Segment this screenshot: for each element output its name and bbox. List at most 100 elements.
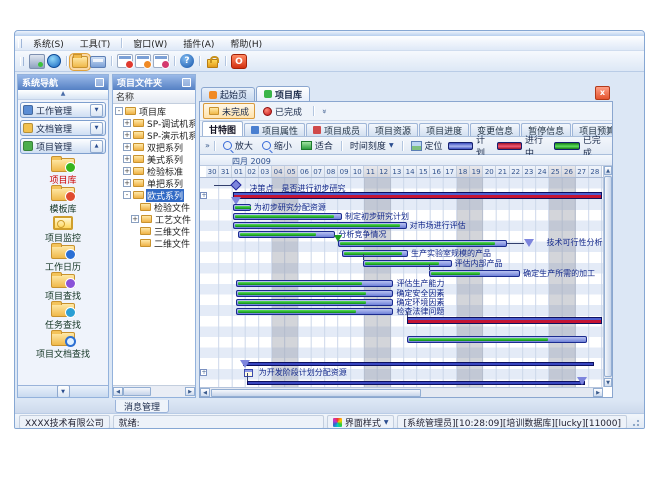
scroll-left-icon[interactable]: ◀: [200, 388, 210, 397]
sidebar-group-2[interactable]: 项目管理▲: [20, 138, 106, 154]
tree-expander-icon[interactable]: +: [123, 131, 131, 139]
scroll-left-icon[interactable]: ◀: [113, 387, 123, 396]
gantt-task-bar[interactable]: [233, 204, 251, 211]
tree-node-4[interactable]: +美式系列: [113, 153, 195, 165]
milestone-triangle-icon[interactable]: [240, 360, 250, 368]
gantt-task-bar[interactable]: [233, 213, 342, 220]
scrollbar-thumb[interactable]: [604, 176, 612, 377]
sidebar-item-0[interactable]: 项目库: [49, 157, 76, 186]
gantt-task-bar[interactable]: [236, 280, 393, 287]
scroll-up-icon[interactable]: ▲: [604, 166, 612, 175]
tree-expander-icon[interactable]: +: [131, 215, 139, 223]
message-management-tab[interactable]: 消息管理: [115, 400, 169, 413]
tree-node-7[interactable]: -欧式系列: [113, 189, 195, 201]
window-folder-icon[interactable]: [90, 56, 106, 68]
gantt-summary-bar[interactable]: [407, 317, 602, 324]
menu-item-3[interactable]: 插件(A): [175, 36, 222, 51]
tree-node-6[interactable]: +单把系列: [113, 177, 195, 189]
gantt-task-bar[interactable]: [236, 299, 393, 306]
open-folder-icon[interactable]: [72, 56, 88, 68]
tree-node-9[interactable]: +工艺文件: [113, 213, 195, 225]
menu-item-1[interactable]: 工具(T): [72, 36, 119, 51]
monitor-icon[interactable]: [29, 54, 45, 69]
resize-grip[interactable]: [631, 418, 640, 427]
chevron-icon[interactable]: ▲: [90, 140, 103, 153]
tree-node-5[interactable]: +检验标准: [113, 165, 195, 177]
pin-icon[interactable]: [95, 78, 104, 87]
gantt-vertical-scrollbar[interactable]: ▲ ▼: [603, 166, 612, 387]
sidebar-item-4[interactable]: 项目查找: [45, 273, 81, 302]
row-expander-icon[interactable]: +: [200, 369, 207, 376]
gantt-task-bar[interactable]: [429, 270, 520, 277]
gantt-task-bar[interactable]: [338, 240, 507, 247]
report-alert-icon[interactable]: [135, 54, 151, 68]
document-tab-0[interactable]: 起始页: [201, 87, 255, 101]
gantt-task-bar[interactable]: [363, 260, 451, 267]
tree-expander-icon[interactable]: +: [123, 119, 131, 127]
tree-column-header[interactable]: 名称: [113, 90, 195, 104]
view-tab-0[interactable]: 甘特图: [202, 121, 243, 136]
view-tab-3[interactable]: 项目资源: [368, 123, 418, 136]
globe-icon[interactable]: [47, 54, 61, 68]
gantt-task-bar[interactable]: [342, 250, 408, 257]
tree-node-1[interactable]: +SP-调试机系: [113, 117, 195, 129]
tree-expander-icon[interactable]: +: [123, 143, 131, 151]
sidebar-item-1[interactable]: 模板库: [49, 186, 76, 215]
finished-filter-button[interactable]: 已完成: [258, 104, 307, 118]
sidebar-item-2[interactable]: 项目监控: [45, 215, 81, 244]
chevron-down-icon[interactable]: ▼: [57, 385, 70, 398]
report-icon[interactable]: [117, 54, 133, 68]
menu-item-4[interactable]: 帮助(H): [222, 36, 270, 51]
tree-node-3[interactable]: +双把系列: [113, 141, 195, 153]
sidebar-collapsed-group[interactable]: ▼: [18, 385, 108, 397]
milestone-triangle-icon[interactable]: [577, 377, 587, 385]
gantt-summary-thin-bar[interactable]: [247, 381, 585, 385]
view-tab-2[interactable]: 项目成员: [306, 123, 367, 136]
sidebar-item-6[interactable]: 项目文档查找: [36, 331, 90, 360]
unfinished-filter-button[interactable]: 未完成: [203, 103, 255, 119]
menu-item-2[interactable]: 窗口(W): [125, 36, 175, 51]
document-tab-1[interactable]: 项目库: [256, 86, 310, 101]
lock-icon[interactable]: [207, 59, 218, 68]
tree-node-2[interactable]: +SP-演示机系: [113, 129, 195, 141]
sidebar-group-0[interactable]: 工作管理▼: [20, 102, 106, 118]
scroll-right-icon[interactable]: ▶: [185, 387, 195, 396]
ui-style-button[interactable]: 界面样式 ▼: [327, 415, 395, 429]
scrollbar-thumb[interactable]: [211, 389, 421, 397]
gantt-summary-bar[interactable]: [233, 192, 602, 199]
tree-expander-icon[interactable]: +: [123, 155, 131, 163]
tree-node-11[interactable]: 二维文件: [113, 237, 195, 249]
zoom-in-button[interactable]: 放大: [219, 138, 257, 153]
chevron-icon[interactable]: ▼: [90, 104, 103, 117]
tree-expander-icon[interactable]: -: [115, 107, 123, 115]
gantt-task-bar[interactable]: [233, 222, 407, 229]
tree-expander-icon[interactable]: +: [123, 167, 131, 175]
tree-horizontal-scrollbar[interactable]: ◀ ▶: [113, 385, 195, 397]
sidebar-group-1[interactable]: 文档管理▼: [20, 120, 106, 136]
gantt-task-bar[interactable]: [236, 308, 393, 315]
gantt-horizontal-scrollbar[interactable]: ◀ ▶: [200, 387, 603, 397]
toolbar-overflow-icon[interactable]: »: [205, 141, 210, 150]
sidebar-scroll-up-button[interactable]: ▲: [18, 90, 108, 100]
scroll-right-icon[interactable]: ▶: [593, 388, 603, 397]
chevron-more-icon[interactable]: »: [320, 109, 329, 114]
row-expander-icon[interactable]: +: [200, 192, 207, 199]
sidebar-item-3[interactable]: 工作日历: [45, 244, 81, 273]
toolbar-drag-handle[interactable]: [20, 57, 24, 66]
tree-node-8[interactable]: 检验文件: [113, 201, 195, 213]
view-tab-1[interactable]: 项目属性: [244, 123, 305, 136]
gantt-task-bar[interactable]: [236, 290, 393, 297]
tree-expander-icon[interactable]: +: [123, 179, 131, 187]
fit-button[interactable]: 适合: [297, 138, 337, 153]
gantt-task-bar[interactable]: [238, 231, 336, 238]
locate-button[interactable]: 定位: [407, 138, 447, 153]
gantt-task-bar[interactable]: [407, 336, 587, 343]
menu-item-0[interactable]: 系统(S): [25, 36, 72, 51]
logout-icon[interactable]: O: [231, 54, 247, 69]
scrollbar-thumb[interactable]: [123, 387, 151, 396]
chevron-icon[interactable]: ▼: [90, 122, 103, 135]
zoom-out-button[interactable]: 缩小: [258, 138, 296, 153]
tree-expander-icon[interactable]: -: [123, 191, 131, 199]
milestone-diamond-icon[interactable]: [231, 179, 242, 190]
tree-node-10[interactable]: 三维文件: [113, 225, 195, 237]
